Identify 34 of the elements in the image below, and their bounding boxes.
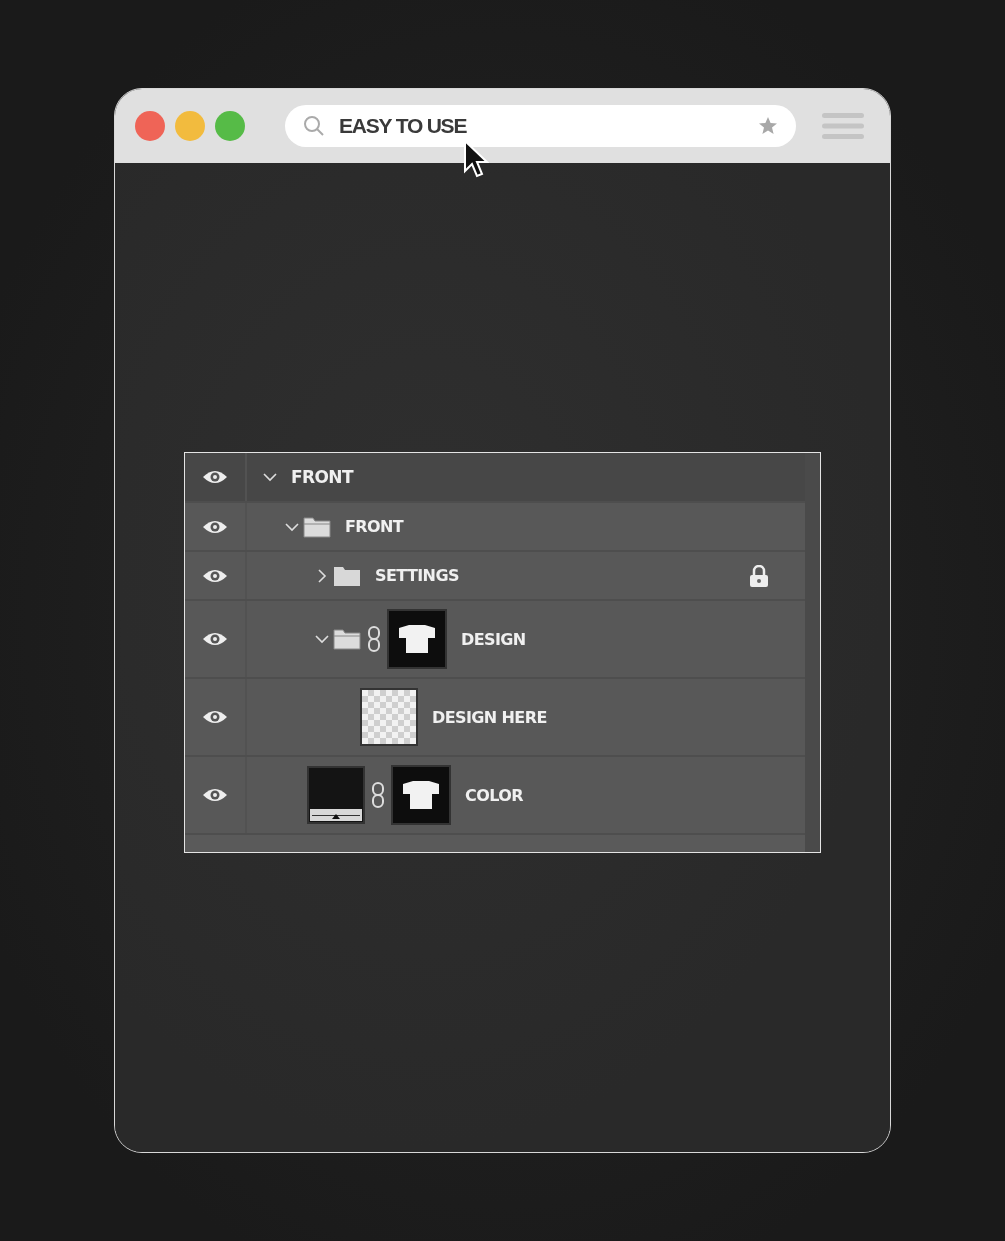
layer-name: SETTINGS bbox=[375, 566, 459, 585]
eye-icon[interactable] bbox=[202, 709, 228, 725]
scrollbar[interactable] bbox=[805, 453, 820, 852]
layer-row[interactable]: SETTINGS bbox=[185, 552, 805, 601]
layer-name: COLOR bbox=[465, 785, 523, 805]
layer-row[interactable]: FRONT bbox=[185, 453, 805, 503]
layer-name: FRONT bbox=[291, 467, 353, 487]
shirt-icon bbox=[401, 780, 441, 810]
layer-name: DESIGN bbox=[461, 629, 526, 649]
layer-name: DESIGN HERE bbox=[432, 707, 547, 727]
folder-icon bbox=[333, 564, 361, 587]
address-text: EASY TO USE bbox=[339, 114, 468, 138]
layer-row[interactable]: FRONT bbox=[185, 503, 805, 552]
link-icon bbox=[367, 626, 381, 652]
shirt-icon bbox=[397, 624, 437, 654]
link-icon bbox=[371, 782, 385, 808]
chevron-icon[interactable] bbox=[315, 568, 329, 583]
search-icon bbox=[303, 115, 325, 137]
fill-thumbnail bbox=[307, 766, 365, 824]
chevron-icon[interactable] bbox=[315, 632, 329, 646]
layer-row[interactable]: DESIGN HERE bbox=[185, 679, 805, 757]
transparent-thumbnail bbox=[360, 688, 418, 746]
eye-icon[interactable] bbox=[202, 469, 228, 485]
eye-icon[interactable] bbox=[202, 518, 228, 535]
star-icon[interactable] bbox=[758, 116, 778, 136]
eye-icon[interactable] bbox=[202, 631, 228, 647]
eye-icon[interactable] bbox=[202, 567, 228, 584]
folder-icon bbox=[333, 628, 361, 650]
layer-name: FRONT bbox=[345, 517, 404, 536]
eye-icon[interactable] bbox=[202, 787, 228, 803]
chevron-icon[interactable] bbox=[263, 470, 277, 484]
layer-row[interactable]: COLOR bbox=[185, 757, 805, 835]
layer-row[interactable]: DESIGN bbox=[185, 601, 805, 679]
folder-icon bbox=[303, 515, 331, 538]
